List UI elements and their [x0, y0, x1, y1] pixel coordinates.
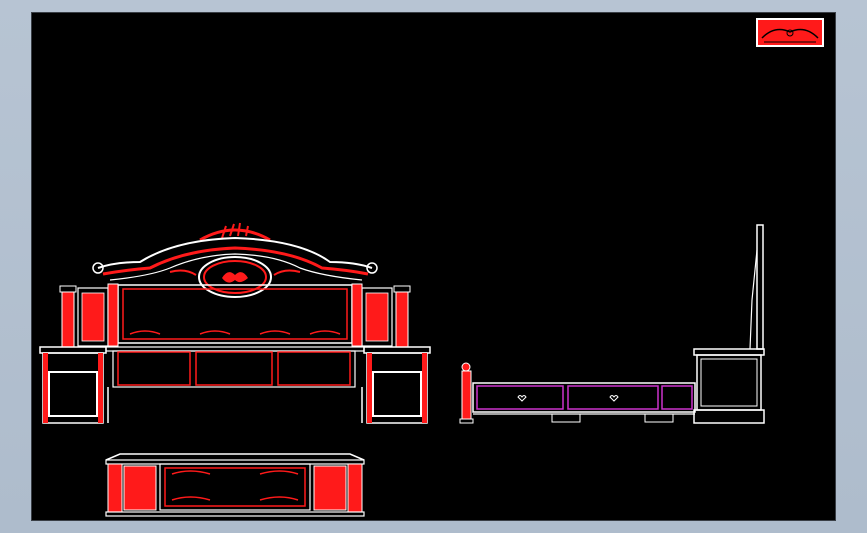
headboard-front-elevation: [39, 222, 431, 424]
block-preview-thumbnail[interactable]: [756, 18, 824, 47]
footboard-front-elevation: [105, 453, 365, 517]
nightstand-right: [363, 346, 431, 424]
bed-side-elevation: [459, 224, 765, 424]
nightstand-left: [39, 346, 107, 424]
cad-drawing: [39, 18, 824, 517]
